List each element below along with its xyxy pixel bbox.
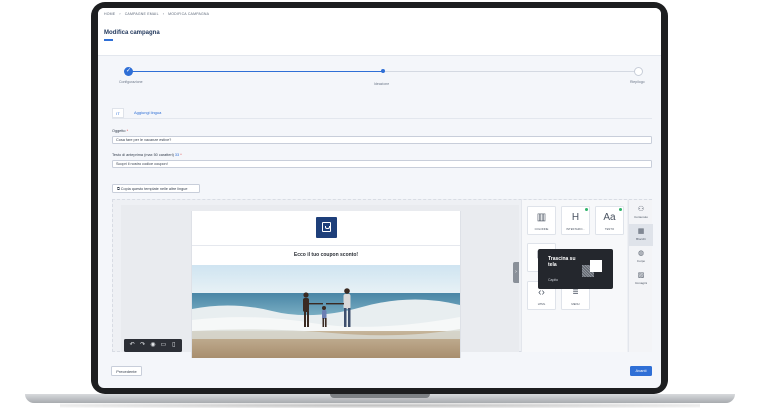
email-preview[interactable]: Ecco il tuo coupon sconto! [191,211,461,358]
copy-template-label: Copia questo template nelle altre lingue [120,187,188,191]
rail-label: Corpo [636,259,646,263]
drag-card-icon [590,260,602,272]
columns-icon: ▥ [536,212,547,223]
breadcrumb: HOME › CAMPAGNE EMAIL › MODIFICA CAMPAGN… [104,12,209,16]
block-label: HTML [537,302,546,306]
rail-body[interactable]: ◍ Corpo [629,246,653,268]
block-label: TESTO [604,227,615,231]
rail-label: Contenuto [634,215,648,219]
step-ideazione-dot [381,69,385,73]
editor-canvas[interactable]: Ecco il tuo coupon sconto! ↶ ↷ ◉ ▭ ▯ [121,205,519,358]
mobile-icon[interactable]: ▯ [170,342,177,349]
page-header: HOME › CAMPAGNE EMAIL › MODIFICA CAMPAGN… [98,8,661,56]
breadcrumb-separator: › [119,12,121,16]
logo-mark [322,222,331,232]
collapse-panel-handle[interactable]: › [513,262,519,283]
step-label-configurazione[interactable]: Configurazione [119,80,143,84]
step-label-ideazione: Ideazione [374,82,390,86]
new-badge [619,208,622,211]
preview-label-text: Testo di anteprima (max 50 caratteri) [112,153,174,157]
copy-template-button[interactable]: ⧉ Copia questo template nelle altre ling… [112,184,200,193]
required-marker: * [126,129,129,133]
block-columns[interactable]: ▥ COLONNE [527,206,556,235]
step-configurazione-check-icon[interactable]: ✓ [124,67,133,76]
stepper-progress [128,71,383,73]
block-label: INTESTAZIO... [566,227,585,231]
subject-label-text: Oggetto [112,129,126,133]
preview-text-input[interactable]: Scopri il nostro codice coupon! [112,160,652,168]
title-underline [104,39,113,41]
block-heading[interactable]: H INTESTAZIO... [561,206,590,235]
tooltip-dismiss[interactable]: Capito [548,278,558,282]
rail-images[interactable]: ▨ Immagini [629,268,653,290]
beach-family-image[interactable] [192,265,460,358]
desktop-icon[interactable]: ▭ [160,342,167,349]
breadcrumb-home[interactable]: HOME [104,12,115,16]
rail-label: Blocchi [636,237,646,241]
redo-icon[interactable]: ↷ [139,342,146,349]
next-button[interactable]: Avanti [630,366,652,376]
block-label: MENU [571,302,580,306]
laptop-shadow [60,403,700,408]
new-badge [585,208,588,211]
rail-blocks[interactable]: ▦ Blocchi [629,224,653,246]
block-text[interactable]: Aa TESTO [595,206,624,235]
step-label-riepilogo: Riepilogo [630,80,645,84]
block-label: COLONNE [534,227,549,231]
email-editor: Ecco il tuo coupon sconto! ↶ ↷ ◉ ▭ ▯ › ▥… [112,199,653,358]
grid-icon: ▦ [637,228,645,235]
tab-language-it[interactable]: IT [112,108,124,118]
tooltip-title: Trascina su tela [548,256,576,268]
eye-icon[interactable]: ◉ [149,342,156,349]
laptop-notch [330,394,430,398]
page-title: Modifica campagna [104,30,160,36]
subject-label: Oggetto * [112,129,128,133]
breadcrumb-separator: › [162,12,165,16]
rail-content[interactable]: ⚇ Contenuto [629,202,653,224]
breadcrumb-current: MODIFICA CAMPAGNA [168,12,210,16]
app-screen: HOME › CAMPAGNE EMAIL › MODIFICA CAMPAGN… [98,8,661,388]
tab-divider [112,118,652,119]
brand-logo-icon[interactable] [316,217,337,238]
breadcrumb-campaigns[interactable]: CAMPAGNE EMAIL [125,12,159,16]
images-icon: ▨ [637,272,645,279]
heading-icon: H [571,212,580,223]
add-language-link[interactable]: Aggiungi lingua [134,108,161,118]
beach-photo [192,265,460,358]
wizard-stepper: ✓ Configurazione Ideazione Riepilogo [98,58,661,103]
canvas-toolbar: ↶ ↷ ◉ ▭ ▯ [124,339,182,352]
rail-label: Immagini [634,281,648,285]
side-rail: ⚇ Contenuto ▦ Blocchi ◍ Corpo ▨ Immagini [628,200,653,352]
laptop-mockup: HOME › CAMPAGNE EMAIL › MODIFICA CAMPAGN… [0,0,760,410]
preview-text-label: Testo di anteprima (max 50 caratteri) 33… [112,153,182,157]
previous-button[interactable]: Precedente [111,366,142,376]
email-headline[interactable]: Ecco il tuo coupon sconto! [192,252,460,258]
drag-tooltip: Trascina su tela Capito [538,249,613,289]
step-riepilogo-dot [634,67,643,76]
undo-icon[interactable]: ↶ [129,342,136,349]
text-icon: Aa [603,212,616,223]
email-divider [192,245,460,246]
palette-icon: ◍ [637,250,645,257]
required-marker: * [180,153,182,157]
shapes-icon: ⚇ [637,206,645,213]
subject-input[interactable]: Cosa fare per le vacanze estive? [112,136,652,144]
character-count: 33 [174,153,180,157]
